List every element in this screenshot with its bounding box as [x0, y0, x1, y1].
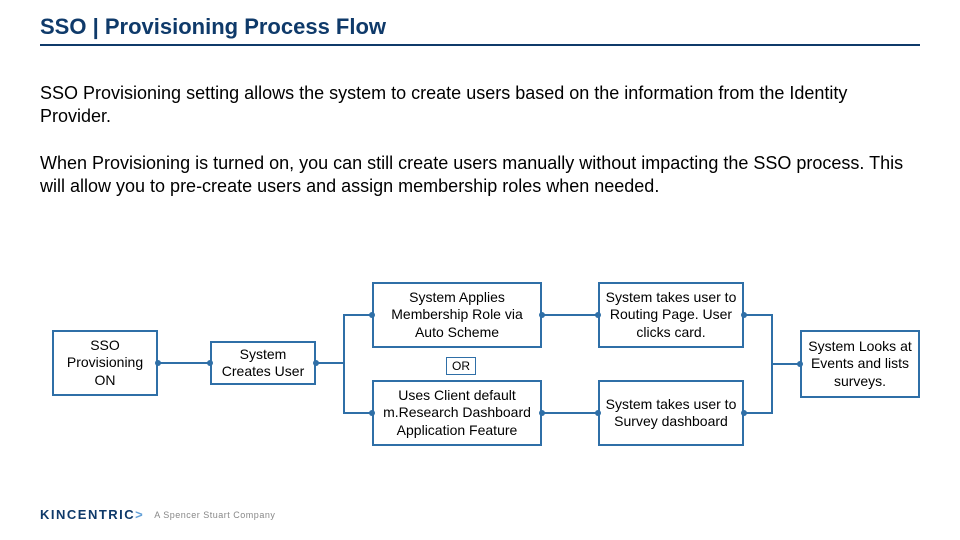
intro-paragraph-1: SSO Provisioning setting allows the syst… [40, 82, 920, 129]
page-title: SSO | Provisioning Process Flow [40, 14, 386, 40]
flow-box-auto-scheme: System Applies Membership Role via Auto … [372, 282, 542, 348]
brand-text: KINCENTRIC [40, 507, 135, 522]
flow-connectors [0, 0, 960, 540]
flow-box-provisioning-on: SSO Provisioning ON [52, 330, 158, 396]
flow-box-survey-dashboard: System takes user to Survey dashboard [598, 380, 744, 446]
footer: KINCENTRIC> A Spencer Stuart Company [40, 507, 275, 522]
flow-or-label: OR [446, 357, 476, 375]
brand-logo: KINCENTRIC> [40, 507, 144, 522]
brand-tagline: A Spencer Stuart Company [154, 510, 275, 520]
flow-box-creates-user: System Creates User [210, 341, 316, 385]
intro-paragraph-2: When Provisioning is turned on, you can … [40, 152, 920, 199]
brand-accent: > [135, 507, 144, 522]
flow-box-routing-page: System takes user to Routing Page. User … [598, 282, 744, 348]
flow-box-default-dashboard: Uses Client default m.Research Dashboard… [372, 380, 542, 446]
title-underline [40, 44, 920, 46]
flow-box-events-surveys: System Looks at Events and lists surveys… [800, 330, 920, 398]
